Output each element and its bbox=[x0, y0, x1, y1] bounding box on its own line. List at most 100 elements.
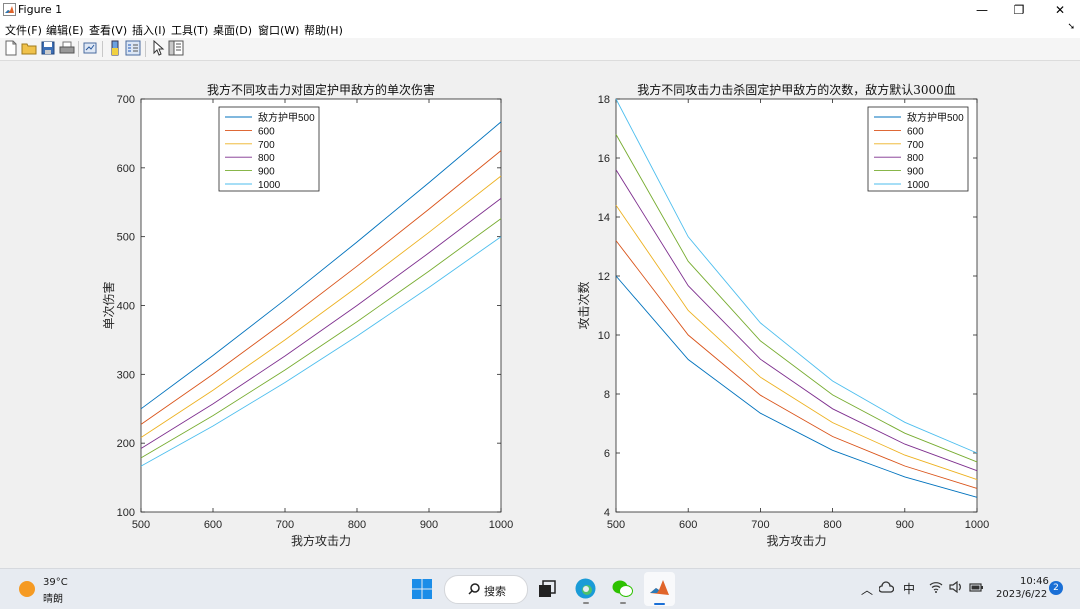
print-icon[interactable] bbox=[59, 40, 75, 56]
title-bar: Figure 1 — ❐ ✕ bbox=[0, 0, 1080, 20]
toolbar-separator bbox=[102, 41, 103, 57]
windows-start-icon[interactable] bbox=[412, 579, 432, 599]
figure-toolbar bbox=[0, 38, 1080, 61]
open-file-icon[interactable] bbox=[21, 40, 37, 56]
axes-box bbox=[140, 98, 502, 513]
menu-help[interactable]: 帮助(H) bbox=[304, 22, 343, 38]
matlab-app-icon bbox=[3, 3, 16, 16]
y-axis-label: 单次伤害 bbox=[101, 281, 116, 329]
volume-icon[interactable] bbox=[949, 581, 963, 593]
new-figure-icon[interactable] bbox=[3, 40, 19, 56]
y-tick-label: 500 bbox=[117, 232, 135, 244]
y-axis-label: 攻击次数 bbox=[576, 281, 591, 329]
legend-entry: 敌方护甲500 bbox=[907, 111, 964, 124]
legend-entry: 1000 bbox=[258, 180, 281, 191]
x-axis-label: 我方攻击力 bbox=[766, 533, 826, 548]
wechat-icon[interactable] bbox=[612, 579, 633, 598]
close-button[interactable]: ✕ bbox=[1040, 0, 1080, 20]
weather-temperature[interactable]: 39°C bbox=[43, 577, 68, 588]
x-axis-label: 我方攻击力 bbox=[291, 533, 351, 548]
legend-entry: 900 bbox=[258, 167, 275, 178]
legend-entry: 1000 bbox=[907, 180, 930, 191]
x-tick-label: 1000 bbox=[489, 519, 513, 531]
maximize-button[interactable]: ❐ bbox=[999, 0, 1039, 20]
y-tick-label: 6 bbox=[604, 448, 610, 460]
clock-time[interactable]: 10:46 bbox=[1020, 576, 1049, 587]
x-tick-label: 600 bbox=[679, 519, 697, 531]
link-plot-icon[interactable] bbox=[82, 40, 98, 56]
x-tick-label: 900 bbox=[420, 519, 438, 531]
menu-file[interactable]: 文件(F) bbox=[5, 22, 42, 38]
legend-entry: 800 bbox=[258, 153, 275, 164]
y-tick-label: 400 bbox=[117, 301, 135, 313]
dock-arrow-icon[interactable]: ➘ bbox=[1067, 22, 1075, 32]
running-indicator bbox=[583, 602, 589, 604]
legend-entry: 800 bbox=[907, 153, 924, 164]
x-tick-label: 500 bbox=[607, 519, 625, 531]
edit-plot-icon[interactable] bbox=[150, 40, 166, 56]
search-icon bbox=[468, 583, 480, 595]
notification-badge[interactable]: 2 bbox=[1049, 581, 1063, 595]
clock-date[interactable]: 2023/6/22 bbox=[996, 589, 1047, 600]
weather-sun-icon[interactable] bbox=[18, 580, 36, 598]
taskbar-search[interactable]: 搜索 bbox=[444, 575, 528, 604]
y-tick-label: 10 bbox=[598, 330, 610, 342]
menu-edit[interactable]: 编辑(E) bbox=[46, 22, 84, 38]
x-tick-label: 900 bbox=[896, 519, 914, 531]
x-tick-label: 500 bbox=[132, 519, 150, 531]
x-tick-label: 800 bbox=[348, 519, 366, 531]
edge-browser-icon[interactable] bbox=[575, 578, 596, 599]
y-tick-label: 100 bbox=[117, 507, 135, 519]
x-tick-label: 600 bbox=[204, 519, 222, 531]
window-title: Figure 1 bbox=[18, 3, 63, 16]
minimize-button[interactable]: — bbox=[962, 0, 1002, 20]
insert-legend-icon[interactable] bbox=[125, 40, 141, 56]
y-tick-label: 700 bbox=[117, 94, 135, 106]
running-indicator bbox=[620, 602, 626, 604]
battery-icon[interactable] bbox=[969, 581, 984, 593]
onedrive-cloud-icon[interactable] bbox=[879, 581, 894, 594]
y-tick-label: 14 bbox=[598, 212, 610, 224]
y-tick-label: 600 bbox=[117, 163, 135, 175]
windows-taskbar: 39°C 晴朗 搜索 ︿ 中 10:46 2023/6/22 2 bbox=[0, 568, 1080, 609]
y-tick-label: 4 bbox=[604, 507, 610, 519]
y-tick-label: 16 bbox=[598, 153, 610, 165]
x-tick-label: 1000 bbox=[965, 519, 989, 531]
toolbar-separator bbox=[145, 41, 146, 57]
toolbar-separator bbox=[78, 41, 79, 57]
task-view-icon[interactable] bbox=[538, 580, 556, 598]
legend-entry: 敌方护甲500 bbox=[258, 111, 315, 124]
y-tick-label: 18 bbox=[598, 94, 610, 106]
legend-entry: 700 bbox=[258, 140, 275, 151]
menu-insert[interactable]: 插入(I) bbox=[132, 22, 166, 38]
matlab-icon bbox=[650, 580, 669, 595]
y-tick-label: 8 bbox=[604, 389, 610, 401]
figure-canvas: 500 600 700 800 900 1000 100 200 300 400 500 600 700… bbox=[0, 61, 1080, 568]
x-tick-label: 700 bbox=[276, 519, 294, 531]
property-inspector-icon[interactable] bbox=[168, 40, 184, 56]
menu-bar: 文件(F) 编辑(E) 查看(V) 插入(I) 工具(T) 桌面(D) 窗口(W… bbox=[0, 20, 1080, 38]
legend-entry: 900 bbox=[907, 167, 924, 178]
active-indicator bbox=[654, 603, 665, 605]
menu-view[interactable]: 查看(V) bbox=[89, 22, 127, 38]
menu-tools[interactable]: 工具(T) bbox=[171, 22, 208, 38]
wifi-icon[interactable] bbox=[929, 581, 943, 593]
save-icon[interactable] bbox=[40, 40, 56, 56]
x-tick-label: 700 bbox=[751, 519, 769, 531]
menu-desktop[interactable]: 桌面(D) bbox=[213, 22, 252, 38]
figure-plots: 500 600 700 800 900 1000 100 200 300 400 500 600 700… bbox=[101, 82, 989, 548]
insert-colorbar-icon[interactable] bbox=[107, 40, 123, 56]
weather-description[interactable]: 晴朗 bbox=[43, 590, 63, 605]
chart-title: 我方不同攻击力击杀固定护甲敌方的次数，敌方默认3000血 bbox=[637, 82, 956, 97]
legend-entry: 600 bbox=[907, 126, 924, 137]
legend-entry: 600 bbox=[258, 126, 275, 137]
menu-window[interactable]: 窗口(W) bbox=[258, 22, 299, 38]
y-tick-label: 200 bbox=[117, 438, 135, 450]
chart-title: 我方不同攻击力对固定护甲敌方的单次伤害 bbox=[207, 82, 435, 97]
show-hidden-icons-icon[interactable]: ︿ bbox=[861, 581, 873, 598]
y-tick-label: 12 bbox=[598, 271, 610, 283]
y-tick-label: 300 bbox=[117, 369, 135, 381]
matlab-taskbar-button[interactable] bbox=[644, 572, 675, 606]
input-method-indicator[interactable]: 中 bbox=[903, 580, 915, 597]
x-tick-label: 800 bbox=[823, 519, 841, 531]
